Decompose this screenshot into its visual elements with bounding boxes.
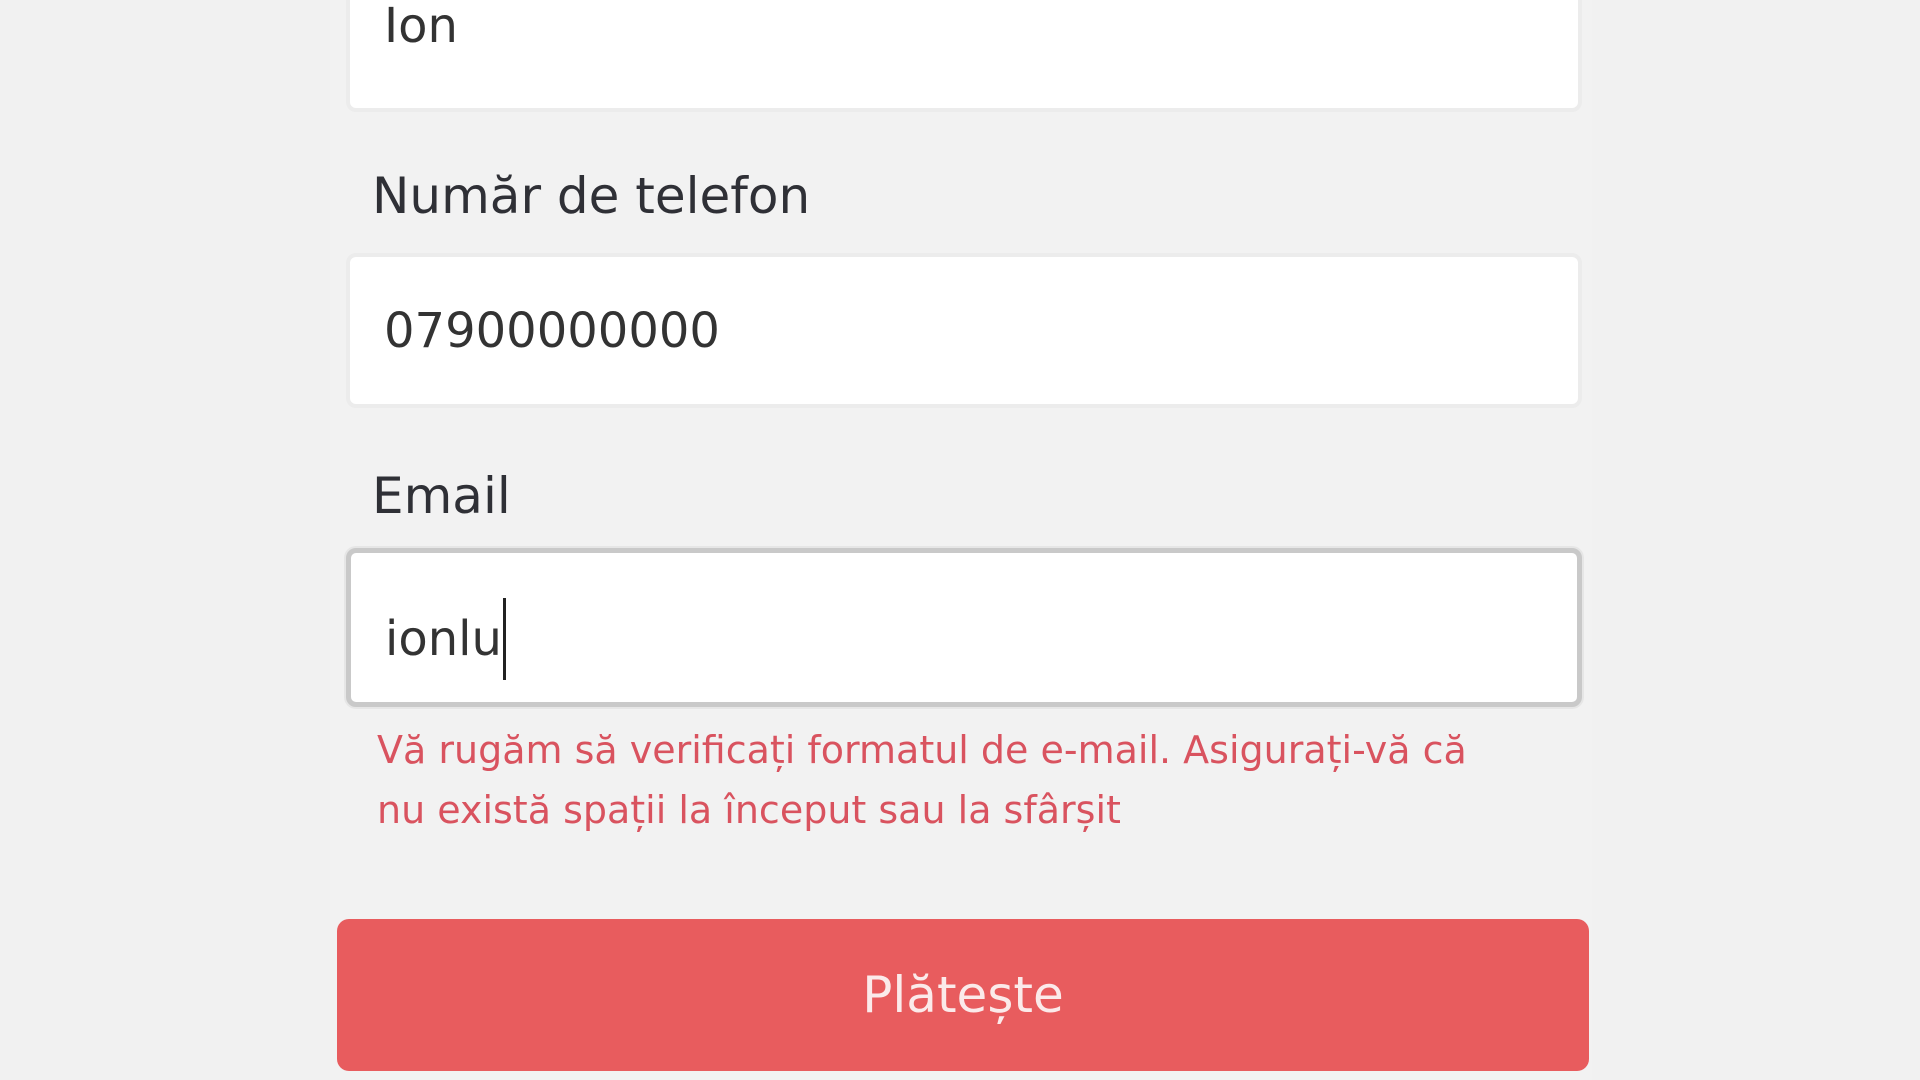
form-container [330, 0, 1592, 1080]
email-input[interactable]: ionlu [346, 548, 1582, 707]
pay-button[interactable]: Plătește [337, 919, 1589, 1071]
email-label: Email [372, 467, 511, 525]
payment-form-page: Ion Număr de telefon 07900000000 Email i… [0, 0, 1920, 1080]
name-input[interactable]: Ion [346, 0, 1582, 112]
name-input-value: Ion [384, 0, 458, 54]
email-input-value: ionlu [385, 611, 502, 667]
email-error-message: Vă rugăm să verificați formatul de e-mai… [377, 728, 1467, 832]
text-caret [502, 598, 506, 680]
phone-input[interactable]: 07900000000 [346, 253, 1582, 408]
phone-label: Număr de telefon [372, 167, 811, 225]
phone-input-value: 07900000000 [384, 303, 720, 359]
email-input-wrapper: ionlu [385, 598, 506, 683]
